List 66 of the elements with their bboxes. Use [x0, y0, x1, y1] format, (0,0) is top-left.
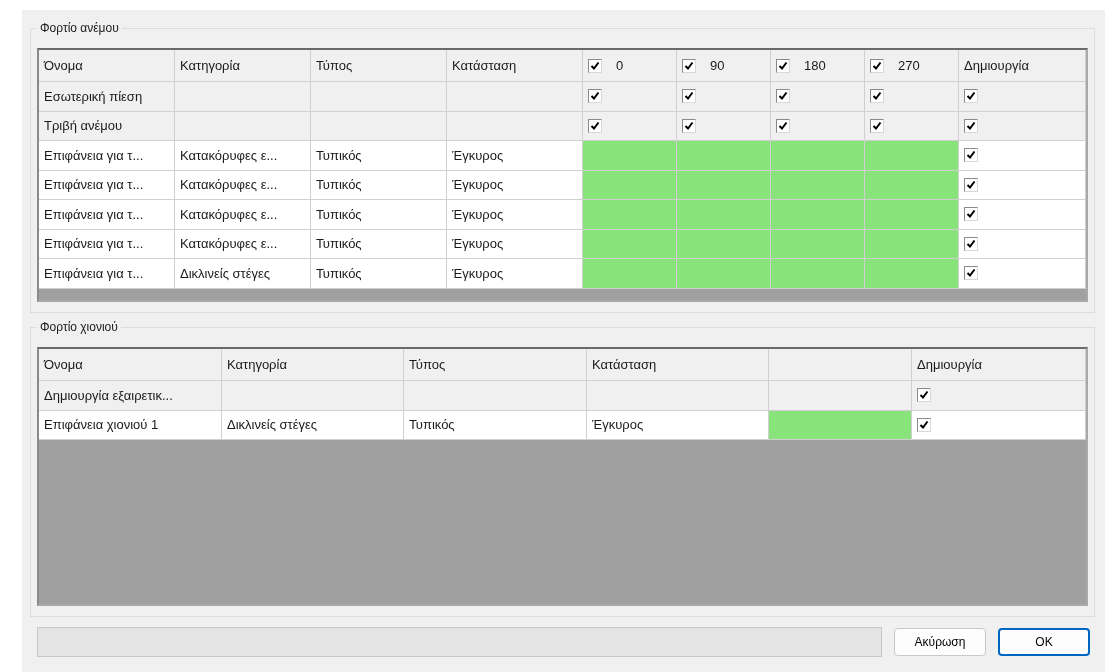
table-cell: Κατακόρυφες ε...: [180, 147, 278, 163]
checkbox[interactable]: [682, 58, 696, 73]
table-cell: Κατακόρυφες ε...: [180, 206, 278, 222]
checkbox[interactable]: [964, 148, 978, 163]
column-header: Δημιουργία: [964, 58, 1029, 73]
table-cell: Τυπικός: [316, 206, 362, 222]
table-cell: Έγκυρος: [592, 417, 644, 433]
group-title: Φορτίο χιονιού: [37, 320, 121, 334]
dialog-button[interactable]: OK: [998, 628, 1090, 656]
table-cell: Επιφάνεια για τ...: [44, 206, 144, 222]
column-header: Δημιουργία: [917, 357, 982, 372]
table-cell: Δικλινείς στέγες: [180, 265, 271, 281]
table-cell: Έγκυρος: [452, 177, 504, 193]
checkbox[interactable]: [964, 236, 978, 251]
group-title: Φορτίο ανέμου: [37, 21, 122, 35]
checkbox[interactable]: [776, 58, 790, 73]
table-cell: Τυπικός: [316, 265, 362, 281]
column-header: Όνομα: [44, 357, 83, 372]
checkbox[interactable]: [964, 118, 978, 133]
table-cell: Έγκυρος: [452, 147, 504, 163]
column-header: Τύπος: [316, 58, 353, 73]
column-header: Κατάσταση: [452, 58, 517, 73]
checkbox[interactable]: [964, 266, 978, 281]
checkbox[interactable]: [588, 58, 602, 73]
checkbox[interactable]: [964, 89, 978, 104]
checkbox[interactable]: [870, 118, 884, 133]
column-header: 90: [710, 58, 725, 73]
table-cell: Δικλινείς στέγες: [227, 417, 318, 433]
table-cell: Επιφάνεια για τ...: [44, 147, 144, 163]
table-cell: Επιφάνεια χιονιού 1: [44, 417, 159, 433]
table-cell: Κατακόρυφες ε...: [180, 177, 278, 193]
table-cell: Τριβή ανέμου: [44, 118, 123, 134]
column-header: Κατάσταση: [592, 357, 657, 372]
table-cell: Έγκυρος: [452, 206, 504, 222]
table-cell: Κατακόρυφες ε...: [180, 236, 278, 252]
table-cell: Επιφάνεια για τ...: [44, 265, 144, 281]
table-cell: Τυπικός: [316, 147, 362, 163]
table-cell: Τυπικός: [316, 177, 362, 193]
checkbox[interactable]: [588, 89, 602, 104]
table-cell: Έγκυρος: [452, 265, 504, 281]
column-header: 270: [898, 58, 920, 73]
column-header: 0: [616, 58, 624, 73]
dialog-button[interactable]: Ακύρωση: [894, 628, 986, 656]
table-cell: Επιφάνεια για τ...: [44, 236, 144, 252]
checkbox[interactable]: [682, 118, 696, 133]
column-header: 180: [804, 58, 826, 73]
checkbox[interactable]: [776, 118, 790, 133]
table-cell: Επιφάνεια για τ...: [44, 177, 144, 193]
table-cell: Τυπικός: [409, 417, 455, 433]
checkbox[interactable]: [964, 207, 978, 222]
table-cell: Έγκυρος: [452, 236, 504, 252]
column-header: Τύπος: [409, 357, 446, 372]
checkbox[interactable]: [870, 89, 884, 104]
column-header: Όνομα: [44, 58, 83, 73]
table-cell: Δημιουργία εξαιρετικ...: [44, 387, 173, 403]
table-cell: Εσωτερική πίεση: [44, 88, 143, 104]
checkbox[interactable]: [917, 417, 931, 432]
checkbox[interactable]: [776, 89, 790, 104]
checkbox[interactable]: [588, 118, 602, 133]
column-header: Κατηγορία: [180, 58, 240, 73]
checkbox[interactable]: [682, 89, 696, 104]
checkbox[interactable]: [964, 177, 978, 192]
checkbox[interactable]: [870, 58, 884, 73]
table-cell: Τυπικός: [316, 236, 362, 252]
column-header: Κατηγορία: [227, 357, 287, 372]
checkbox[interactable]: [917, 388, 931, 403]
